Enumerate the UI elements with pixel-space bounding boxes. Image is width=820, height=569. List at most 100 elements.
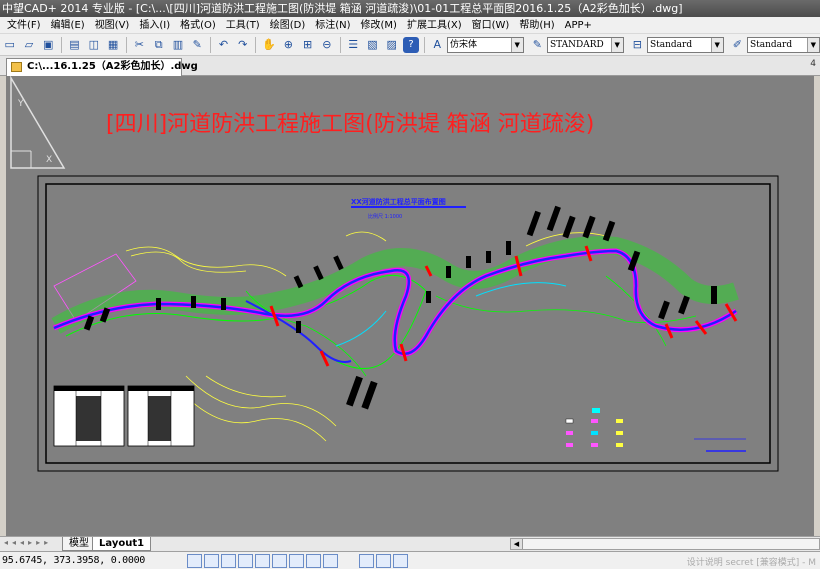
road-line [335,310,387,347]
menu-insert[interactable]: 插入(I) [134,17,175,34]
toolbar-separator [209,36,211,53]
design-center-icon[interactable]: ▧ [365,37,380,53]
dynamic-input-toggle[interactable] [323,553,338,568]
menu-help[interactable]: 帮助(H) [514,17,559,34]
terrain-contour [65,274,427,369]
document-tab-label: C:\...16.1.25（A2彩色加长）.dwg [27,61,198,72]
toolbar-separator [255,36,257,53]
zoom-previous-icon[interactable]: ⊖ [319,37,334,53]
tab-layout1[interactable]: Layout1 [92,537,152,551]
tool-palette-icon[interactable]: ▨ [384,37,399,53]
save-icon[interactable]: ▣ [41,37,56,53]
drawing-svg: XX河道防洪工程总平面布置图 比例尺 1:1000 [37,175,779,472]
help-icon[interactable]: ? [403,36,419,53]
drawing-canvas[interactable]: [四川]河道防洪工程施工图(防洪堤 箱涵 河道疏浚) XX河道防洪工程总平面布置… [6,76,814,536]
menu-window[interactable]: 窗口(W) [467,17,515,34]
chevron-down-icon: ▼ [710,37,723,52]
drawing-file-icon [11,62,22,72]
contour-line [130,251,247,273]
menu-view[interactable]: 视图(V) [90,17,135,34]
workspace-toggle[interactable] [393,553,408,568]
toolbar-separator [339,36,341,53]
cursor-coordinates: 95.6745, 373.3958, 0.0000 [2,555,146,566]
menu-bar: 文件(F) 编辑(E) 视图(V) 插入(I) 格式(O) 工具(T) 绘图(D… [0,17,820,34]
dimension-style-select-value: Standard [649,39,693,50]
menu-app-plus[interactable]: APP+ [560,17,597,34]
horizontal-scrollbar[interactable]: ◀ [510,538,820,550]
status-bar: 95.6745, 373.3958, 0.0000 设计说明 secret [兼… [0,551,820,569]
menu-format[interactable]: 格式(O) [175,17,221,34]
match-properties-icon[interactable]: ✎ [190,37,205,53]
print-preview-icon[interactable]: ◫ [86,37,101,53]
font-select[interactable]: 仿宋体 ▼ [446,36,524,53]
text-style-select[interactable]: STANDARD ▼ [546,36,624,53]
polar-toggle[interactable] [238,553,253,568]
chevron-down-icon: ▼ [806,37,819,52]
drawing-legend [565,408,623,447]
contour-line [185,375,337,427]
dimension-style-select[interactable]: Standard ▼ [646,36,724,53]
undo-icon[interactable]: ↶ [216,37,231,53]
model-paper-toggle[interactable] [306,553,321,568]
chevron-down-icon: ▼ [510,37,523,52]
tab-model[interactable]: 模型 [62,537,96,551]
menu-dimension[interactable]: 标注(N) [310,17,355,34]
inner-drawing-scale: 比例尺 1:1000 [368,213,402,220]
paste-icon[interactable]: ▥ [170,37,185,53]
dim-style-manager-icon[interactable]: ⊟ [630,37,645,53]
pan-hand-icon[interactable]: ✋ [261,37,276,53]
zoom-realtime-icon[interactable]: ⊕ [281,37,296,53]
open-folder-icon[interactable]: ▱ [21,37,36,53]
menu-tools[interactable]: 工具(T) [221,17,265,34]
inner-drawing-title: XX河道防洪工程总平面布置图 [351,197,446,206]
otrack-toggle[interactable] [272,553,287,568]
text-style-select-value: STANDARD [549,39,604,50]
svg-text:X: X [46,155,52,165]
menu-edit[interactable]: 编辑(E) [46,17,90,34]
menu-modify[interactable]: 修改(M) [356,17,402,34]
ortho-toggle[interactable] [221,553,236,568]
cut-icon[interactable]: ✂ [132,37,147,53]
data-table-right [127,385,195,447]
redo-icon[interactable]: ↷ [235,37,250,53]
new-file-icon[interactable]: ▭ [2,37,17,53]
contour-line [175,385,327,442]
grid-toggle[interactable] [204,553,219,568]
layout-nav-arrows-icon[interactable]: ◂◂◂▸▸▸ [4,538,52,547]
menu-extend-tools[interactable]: 扩展工具(X) [402,17,467,34]
status-right-text: 设计说明 secret [兼容模式] - M [686,558,816,568]
chevron-down-icon: ▼ [610,37,623,52]
table-style-select[interactable]: Standard ▼ [746,36,820,53]
contour-line [205,375,287,398]
snap-toggle[interactable] [187,553,202,568]
font-select-value: 仿宋体 [449,39,477,50]
menu-file[interactable]: 文件(F) [2,17,46,34]
window-title-bar: 中望CAD+ 2014 专业版 - [C:\...\[四川]河道防洪工程施工图(… [0,0,820,17]
ucs-icon: Y X [10,76,66,169]
toolbar-separator [125,36,127,53]
data-table-left [53,385,125,447]
document-tab[interactable]: C:\...16.1.25（A2彩色加长）.dwg [6,58,198,76]
properties-icon[interactable]: ☰ [346,37,361,53]
viewport-toggle[interactable] [359,553,374,568]
annotation-toggle[interactable] [376,553,391,568]
table-style-manager-icon[interactable]: ✐ [730,37,745,53]
contour-line [345,231,387,242]
publish-icon[interactable]: ▦ [105,37,120,53]
cad-application: 中望CAD+ 2014 专业版 - [C:\...\[四川]河道防洪工程施工图(… [0,0,820,569]
scroll-left-icon[interactable]: ◀ [511,539,523,549]
osnap-toggle[interactable] [255,553,270,568]
svg-text:Y: Y [17,99,24,109]
print-icon[interactable]: ▤ [67,37,82,53]
window-title: 中望CAD+ 2014 专业版 - [C:\...\[四川]河道防洪工程施工图(… [2,2,683,15]
contour-line [125,246,287,277]
toolbar-separator [423,36,425,53]
tab-list-arrow-icon[interactable]: 4 [810,59,816,69]
copy-icon[interactable]: ⧉ [151,37,166,53]
table-style-select-value: Standard [749,39,793,50]
text-style-manager-icon[interactable]: ✎ [530,37,545,53]
lineweight-toggle[interactable] [289,553,304,568]
terrain-contour [435,295,697,324]
zoom-window-icon[interactable]: ⊞ [300,37,315,53]
menu-draw[interactable]: 绘图(D) [265,17,311,34]
